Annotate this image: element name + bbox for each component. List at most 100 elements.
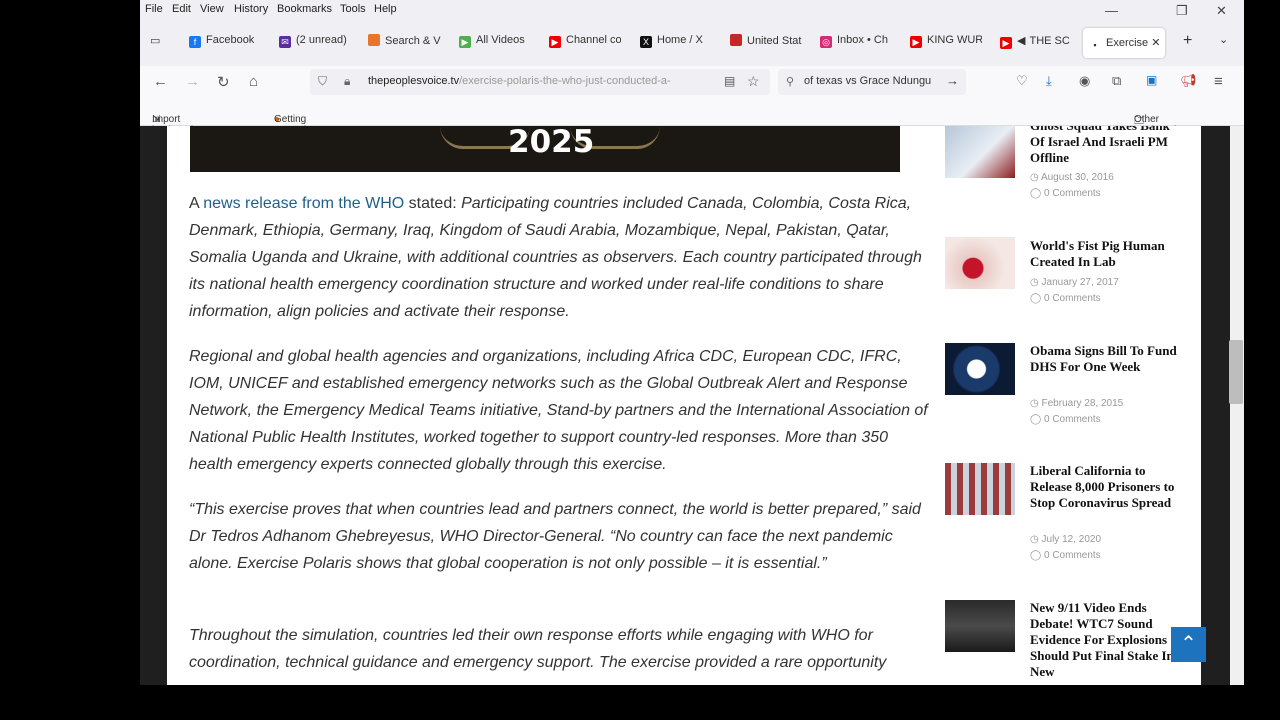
back-icon[interactable]: ←: [153, 73, 168, 90]
download-icon[interactable]: ⤓: [1046, 73, 1052, 89]
sidebar-thumbnail[interactable]: [945, 600, 1015, 652]
tab-instagram-inbox[interactable]: ◎ Inbox • Ch: [820, 34, 892, 54]
article-quote-paragraph: “This exercise proves that when countrie…: [189, 501, 921, 572]
menu-tools[interactable]: Tools: [340, 3, 366, 15]
tab-x-home[interactable]: X Home / X: [640, 34, 712, 54]
tab-channel[interactable]: ▶ Channel co: [549, 34, 621, 54]
back-to-top-button[interactable]: ⌃: [1171, 627, 1206, 662]
shield-icon[interactable]: ⛉: [318, 74, 327, 89]
sidebar-post-comments[interactable]: ◯ 0 Comments: [1030, 188, 1101, 199]
youtube-icon: ▶: [549, 36, 561, 48]
sidebar-post-title[interactable]: Ghost Squad Takes Bank Of Israel And Isr…: [1030, 126, 1180, 166]
instagram-icon: ◎: [820, 36, 832, 48]
navigation-bar: ← → ↻ ⌂ ⛉ 🔒︎ thepeoplesvoice.tv/exercise…: [140, 66, 1244, 98]
page-gutter-left: [140, 126, 167, 685]
search-input[interactable]: of texas vs Grace Ndungu: [804, 75, 931, 87]
close-tab-icon[interactable]: ✕: [1151, 37, 1160, 49]
tab-mail[interactable]: ✉ (2 unread): [279, 34, 355, 54]
sidebar-post-title[interactable]: World's Fist Pig Human Created In Lab: [1030, 238, 1180, 270]
tab-all-videos[interactable]: ▶ All Videos: [459, 34, 531, 54]
menu-bar: File Edit View History Bookmarks Tools H…: [140, 0, 1244, 20]
who-news-release-link[interactable]: news release from the WHO: [203, 195, 404, 212]
comment-icon: ◯: [1030, 414, 1044, 425]
speaker-icon[interactable]: ◀: [1017, 35, 1025, 47]
search-engine-icon: [368, 34, 380, 46]
youtube-icon: ▶: [1000, 37, 1012, 49]
sidebar-post-date: ◷ January 27, 2017: [1030, 277, 1119, 288]
sidebar-post-comments[interactable]: ◯ 0 Comments: [1030, 414, 1101, 425]
menu-icon[interactable]: ≡: [1214, 73, 1223, 90]
comment-icon: ◯: [1030, 550, 1044, 561]
sidebar-post-title[interactable]: Liberal California to Release 8,000 Pris…: [1030, 463, 1180, 511]
x-icon: X: [640, 36, 652, 48]
facebook-icon: f: [189, 36, 201, 48]
menu-bookmarks[interactable]: Bookmarks: [277, 3, 332, 15]
reader-view-icon[interactable]: ▤: [724, 74, 735, 88]
sidebar-post-comments[interactable]: ◯ 0 Comments: [1030, 293, 1101, 304]
sidebar-post-date: ◷ February 28, 2015: [1030, 398, 1124, 409]
video-play-icon: ▶: [459, 36, 471, 48]
web-page: 2025 A news release from the WHO stated:…: [140, 126, 1244, 685]
tab-facebook[interactable]: f Facebook: [189, 34, 269, 54]
bookmarks-bar: ⇲ Import bookmarks... ● Getting Started …: [140, 98, 1244, 136]
sidebar-thumbnail[interactable]: [945, 126, 1015, 178]
clock-icon: ◷: [1030, 277, 1042, 288]
lock-icon[interactable]: 🔒︎: [344, 74, 350, 89]
new-tab-icon[interactable]: +: [1183, 32, 1192, 52]
menu-help[interactable]: Help: [374, 3, 397, 15]
account-icon[interactable]: ◉: [1079, 73, 1090, 89]
maximize-icon[interactable]: ❐: [1176, 3, 1188, 19]
site-icon: ▪: [1089, 39, 1101, 51]
tab-overview-icon[interactable]: ▭: [150, 34, 170, 54]
clock-icon: ◷: [1030, 172, 1041, 183]
clock-icon: ◷: [1030, 398, 1042, 409]
reload-icon[interactable]: ↻: [217, 73, 230, 91]
article-banner-image: 2025: [190, 126, 900, 172]
menu-file[interactable]: File: [145, 3, 163, 15]
page-gutter-right: [1201, 126, 1230, 685]
search-icon: ⚲: [786, 76, 795, 88]
tab-king-wur[interactable]: ▶ KING WUR: [910, 34, 982, 54]
chevron-down-icon[interactable]: ⌄: [1219, 33, 1228, 53]
tab-the-sc[interactable]: ▶ ◀ THE SC: [1000, 34, 1074, 54]
article-paragraph-1: A news release from the WHO stated: Part…: [189, 195, 922, 320]
sidebar-post-title[interactable]: Obama Signs Bill To Fund DHS For One Wee…: [1030, 343, 1180, 375]
banner-year: 2025: [508, 126, 595, 160]
chevron-up-icon: ⌃: [1180, 633, 1197, 655]
clock-icon: ◷: [1030, 534, 1042, 545]
extensions-icon[interactable]: ⧉: [1112, 73, 1121, 89]
tab-united-states[interactable]: United Stat: [730, 34, 802, 54]
youtube-icon: ▶: [910, 36, 922, 48]
url-text[interactable]: thepeoplesvoice.tv/exercise-polaris-the-…: [368, 75, 671, 87]
home-icon[interactable]: ⌂: [249, 73, 258, 90]
browser-window: File Edit View History Bookmarks Tools H…: [140, 0, 1244, 685]
sidebar-thumbnail[interactable]: [945, 463, 1015, 515]
mail-icon: ✉: [279, 36, 291, 48]
megaphone-icon[interactable]: 📢︎: [1180, 73, 1197, 89]
scrollbar[interactable]: [1230, 126, 1244, 685]
star-icon[interactable]: ☆: [747, 73, 760, 90]
comment-icon: ◯: [1030, 188, 1044, 199]
search-go-icon[interactable]: →: [946, 73, 959, 88]
tab-exercise-active[interactable]: ▪ Exercise ✕: [1083, 28, 1165, 58]
extension-badge-icon[interactable]: ▣: [1146, 73, 1157, 87]
sidebar-post-comments[interactable]: ◯ 0 Comments: [1030, 550, 1101, 561]
sidebar-post-date: ◷ July 12, 2020: [1030, 534, 1102, 545]
menu-view[interactable]: View: [200, 3, 224, 15]
sidebar-thumbnail[interactable]: [945, 237, 1015, 289]
forward-icon[interactable]: →: [185, 73, 200, 90]
url-bar[interactable]: ⛉ 🔒︎ thepeoplesvoice.tv/exercise-polaris…: [310, 69, 770, 95]
tab-bar: ▭ f Facebook ✉ (2 unread) Search & V ▶ All …: [140, 20, 1244, 66]
scrollbar-thumb[interactable]: [1229, 340, 1243, 404]
sidebar-post-date: ◷ August 30, 2016: [1030, 172, 1114, 183]
menu-edit[interactable]: Edit: [172, 3, 191, 15]
close-window-icon[interactable]: ✕: [1216, 3, 1227, 19]
search-bar[interactable]: ⚲ of texas vs Grace Ndungu →: [778, 69, 966, 95]
minimize-icon[interactable]: —: [1105, 3, 1118, 18]
pocket-icon[interactable]: ♡: [1016, 73, 1028, 89]
article-paragraph-2: Regional and global health agencies and …: [189, 348, 928, 473]
tab-search[interactable]: Search & V: [368, 34, 442, 54]
menu-history[interactable]: History: [234, 3, 268, 15]
sidebar-post-title[interactable]: New 9/11 Video Ends Debate! WTC7 Sound E…: [1030, 600, 1180, 680]
sidebar-thumbnail[interactable]: [945, 343, 1015, 395]
